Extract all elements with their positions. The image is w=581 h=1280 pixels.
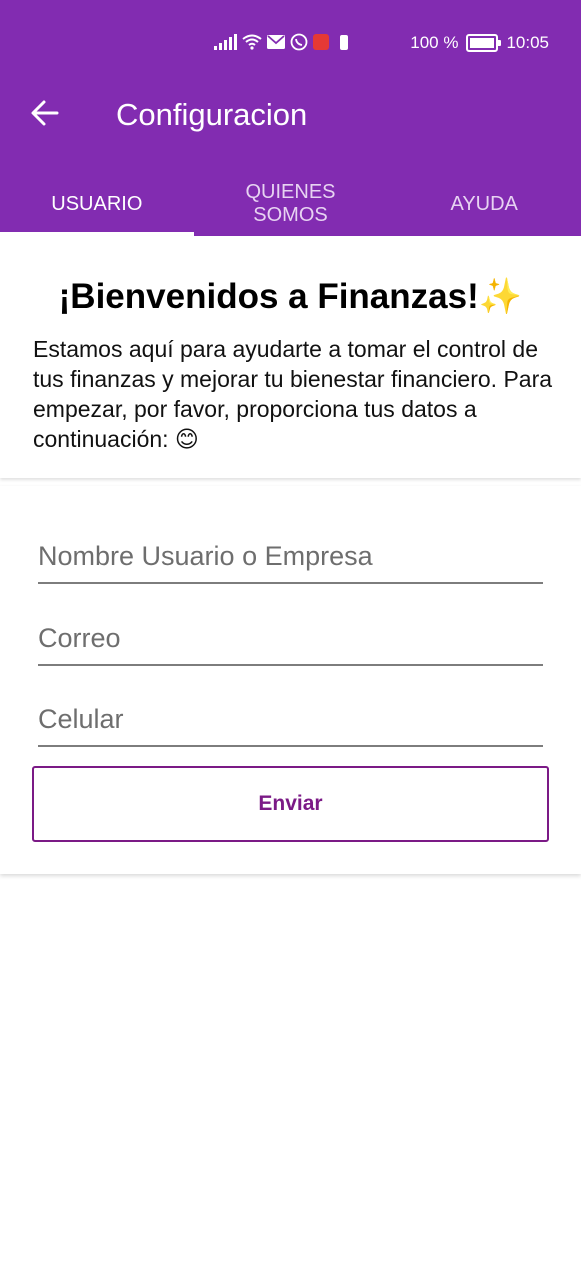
signal-icon <box>214 34 237 50</box>
tab-label: QUIENES SOMOS <box>245 181 336 226</box>
battery-percent: 100 % <box>410 33 459 52</box>
welcome-heading: ¡Bienvenidos a Finanzas!✨ <box>58 277 523 316</box>
tab-label: AYUDA <box>450 192 518 215</box>
tab-label: USUARIO <box>51 192 143 215</box>
wifi-icon <box>242 34 262 50</box>
page-title: Configuracion <box>116 97 308 132</box>
name-input[interactable] <box>38 534 543 584</box>
status-icons <box>214 33 348 51</box>
tab-quienes-somos[interactable]: QUIENES SOMOS <box>194 172 388 236</box>
status-right: 100 % 10:05 <box>410 33 549 53</box>
battery-saver-icon <box>340 34 348 50</box>
tab-bar: USUARIO QUIENES SOMOS AYUDA <box>0 172 581 236</box>
welcome-text: Estamos aquí para ayudarte a tomar el co… <box>33 336 553 452</box>
tab-usuario[interactable]: USUARIO <box>0 172 194 236</box>
back-arrow-icon[interactable] <box>28 96 62 130</box>
status-bar: 100 % 10:05 <box>0 0 581 88</box>
submit-button[interactable]: Enviar <box>32 766 549 842</box>
user-form: Enviar <box>0 486 581 874</box>
email-input[interactable] <box>38 616 543 666</box>
app-bar: 100 % 10:05 Configuracion USUARIO QUIENE… <box>0 0 581 236</box>
whatsapp-icon <box>290 33 308 51</box>
battery-icon <box>466 34 502 52</box>
welcome-card: ¡Bienvenidos a Finanzas!✨ Estamos aquí p… <box>0 236 581 478</box>
app-notification-icon <box>313 34 329 50</box>
phone-input[interactable] <box>38 697 543 747</box>
mail-icon <box>267 35 285 49</box>
clock: 10:05 <box>506 33 549 52</box>
tab-ayuda[interactable]: AYUDA <box>387 172 581 236</box>
